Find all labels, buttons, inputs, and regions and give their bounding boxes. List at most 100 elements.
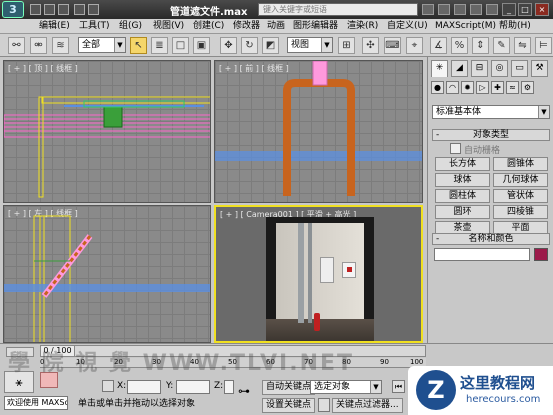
cone-button[interactable]: 圆锥体	[493, 157, 548, 171]
select-object-icon[interactable]: ↖	[130, 37, 147, 54]
brand-logo-icon: Z	[416, 370, 456, 410]
viewport-front[interactable]: [ + ] [ 前 ] [ 线框 ]	[214, 60, 423, 203]
tube-button[interactable]: 管状体	[493, 189, 548, 203]
selection-filter-dropdown[interactable]: 全部 ▼	[78, 37, 126, 53]
select-and-rotate-icon[interactable]: ↻	[241, 37, 258, 54]
y-label: Y:	[166, 381, 174, 391]
favorites-icon[interactable]	[470, 4, 482, 15]
set-key-icon[interactable]	[318, 398, 330, 412]
utilities-tab-icon[interactable]: ⚒	[531, 60, 548, 77]
open-file-icon[interactable]	[44, 4, 55, 15]
pyramid-button[interactable]: 四棱锥	[493, 205, 548, 219]
helpers-icon[interactable]: ✚	[491, 81, 504, 94]
app-logo-icon[interactable]: 3	[2, 1, 24, 18]
object-color-swatch[interactable]	[534, 248, 548, 261]
systems-icon[interactable]: ⚙	[521, 81, 534, 94]
object-type-rollout[interactable]: - 对象类型	[432, 129, 550, 141]
save-file-icon[interactable]	[58, 4, 69, 15]
align-icon[interactable]: ⊨	[535, 37, 552, 54]
key-icon[interactable]: ⊶	[238, 384, 250, 398]
menu-views[interactable]: 视图(V)	[150, 20, 187, 33]
undo-icon[interactable]	[74, 4, 85, 15]
auto-key-button[interactable]: 自动关键点	[262, 380, 316, 395]
shapes-icon[interactable]: ◠	[446, 81, 459, 94]
cylinder-button[interactable]: 圆柱体	[435, 189, 490, 203]
menu-group[interactable]: 组(G)	[116, 20, 145, 33]
geometry-icon[interactable]: ●	[431, 81, 444, 94]
menu-graph-editors[interactable]: 图形编辑器	[290, 20, 341, 33]
sphere-button[interactable]: 球体	[435, 173, 490, 187]
redo-icon[interactable]	[88, 4, 99, 15]
snaps-toggle-icon[interactable]: ⌖	[406, 37, 423, 54]
new-file-icon[interactable]	[30, 4, 41, 15]
reference-coordinate-dropdown[interactable]: 视图 ▼	[287, 37, 333, 53]
cameras-icon[interactable]: ▷	[476, 81, 489, 94]
select-and-link-icon[interactable]: ⚯	[8, 37, 25, 54]
name-color-rollout[interactable]: - 名称和颜色	[432, 233, 550, 245]
subscription-icon[interactable]	[438, 4, 450, 15]
maxscript-listener[interactable]: 欢迎使用 MAXSc	[4, 396, 68, 410]
go-to-start-icon[interactable]: ⏮	[392, 380, 405, 393]
absolute-mode-icon[interactable]	[102, 380, 114, 392]
menu-maxscript[interactable]: MAXScript(M)	[432, 20, 499, 33]
x-label: X:	[117, 381, 127, 391]
viewport-camera[interactable]: [ + ] [ Camera001 ] [ 平滑 + 高光 ]	[214, 205, 423, 343]
y-coordinate-field[interactable]	[176, 380, 210, 394]
keyboard-shortcut-icon[interactable]: ⌨	[384, 37, 401, 54]
minimize-button[interactable]: _	[502, 3, 516, 16]
close-button[interactable]: ×	[535, 3, 549, 16]
selection-set-dropdown[interactable]: 选定对象 ▼	[310, 380, 382, 394]
z-coordinate-field[interactable]	[224, 380, 234, 394]
menu-rendering[interactable]: 渲染(R)	[344, 20, 381, 33]
window-crossing-icon[interactable]: ▣	[193, 37, 210, 54]
menu-create[interactable]: 创建(C)	[190, 20, 227, 33]
scene-sign-mark	[347, 267, 352, 272]
display-tab-icon[interactable]: ▭	[511, 60, 528, 77]
select-and-move-icon[interactable]: ✥	[220, 37, 237, 54]
search-input[interactable]: 键入关键字或短语	[258, 3, 418, 16]
box-button[interactable]: 长方体	[435, 157, 490, 171]
menu-customize[interactable]: 自定义(U)	[384, 20, 431, 33]
scene-extinguisher	[314, 313, 320, 331]
set-key-button[interactable]: 设置关键点	[262, 398, 316, 413]
maximize-button[interactable]: □	[518, 3, 532, 16]
torus-button[interactable]: 圆环	[435, 205, 490, 219]
viewport-left[interactable]: [ + ] [ 左 ] [ 线框 ]	[3, 205, 211, 343]
menu-help[interactable]: 帮助(H)	[496, 20, 534, 33]
object-category-dropdown[interactable]: 标准基本体 ▼	[432, 105, 550, 119]
chevron-down-icon: ▼	[538, 106, 549, 118]
object-name-field[interactable]	[434, 248, 530, 261]
menu-animation[interactable]: 动画	[264, 20, 288, 33]
motion-tab-icon[interactable]: ◎	[491, 60, 508, 77]
geosphere-button[interactable]: 几何球体	[493, 173, 548, 187]
x-coordinate-field[interactable]	[127, 380, 161, 394]
angle-snap-icon[interactable]: ∡	[430, 37, 447, 54]
pivot-center-icon[interactable]: ⊞	[338, 37, 355, 54]
unlink-selection-icon[interactable]: ⚮	[30, 37, 47, 54]
selection-filter-value: 全部	[82, 40, 101, 50]
communication-center-icon[interactable]	[454, 4, 466, 15]
help-icon[interactable]	[486, 4, 498, 15]
hierarchy-tab-icon[interactable]: ⊟	[471, 60, 488, 77]
percent-snap-icon[interactable]: %	[451, 37, 468, 54]
select-and-scale-icon[interactable]: ◩	[262, 37, 279, 54]
viewport-top[interactable]: [ + ] [ 顶 ] [ 线框 ]	[3, 60, 211, 203]
named-selection-icon[interactable]: ✎	[493, 37, 510, 54]
select-by-name-icon[interactable]: ≣	[151, 37, 168, 54]
key-filters-button[interactable]: 关键点过滤器...	[332, 398, 403, 413]
menu-tools[interactable]: 工具(T)	[76, 20, 113, 33]
space-warps-icon[interactable]: ≈	[506, 81, 519, 94]
select-and-manipulate-icon[interactable]: ✣	[362, 37, 379, 54]
spinner-snap-icon[interactable]: ⇕	[472, 37, 489, 54]
search-icon[interactable]	[422, 4, 434, 15]
bind-to-space-warp-icon[interactable]: ≋	[52, 37, 69, 54]
mirror-icon[interactable]: ⇋	[514, 37, 531, 54]
modify-tab-icon[interactable]: ◢	[451, 60, 468, 77]
lights-icon[interactable]: ✹	[461, 81, 474, 94]
menu-edit[interactable]: 编辑(E)	[36, 20, 73, 33]
rectangular-selection-icon[interactable]: □	[172, 37, 189, 54]
autogrid-checkbox[interactable]	[450, 143, 461, 154]
chevron-down-icon: ▼	[370, 381, 381, 393]
create-tab-icon[interactable]: ✳	[431, 60, 448, 77]
menu-modifiers[interactable]: 修改器	[230, 20, 263, 33]
